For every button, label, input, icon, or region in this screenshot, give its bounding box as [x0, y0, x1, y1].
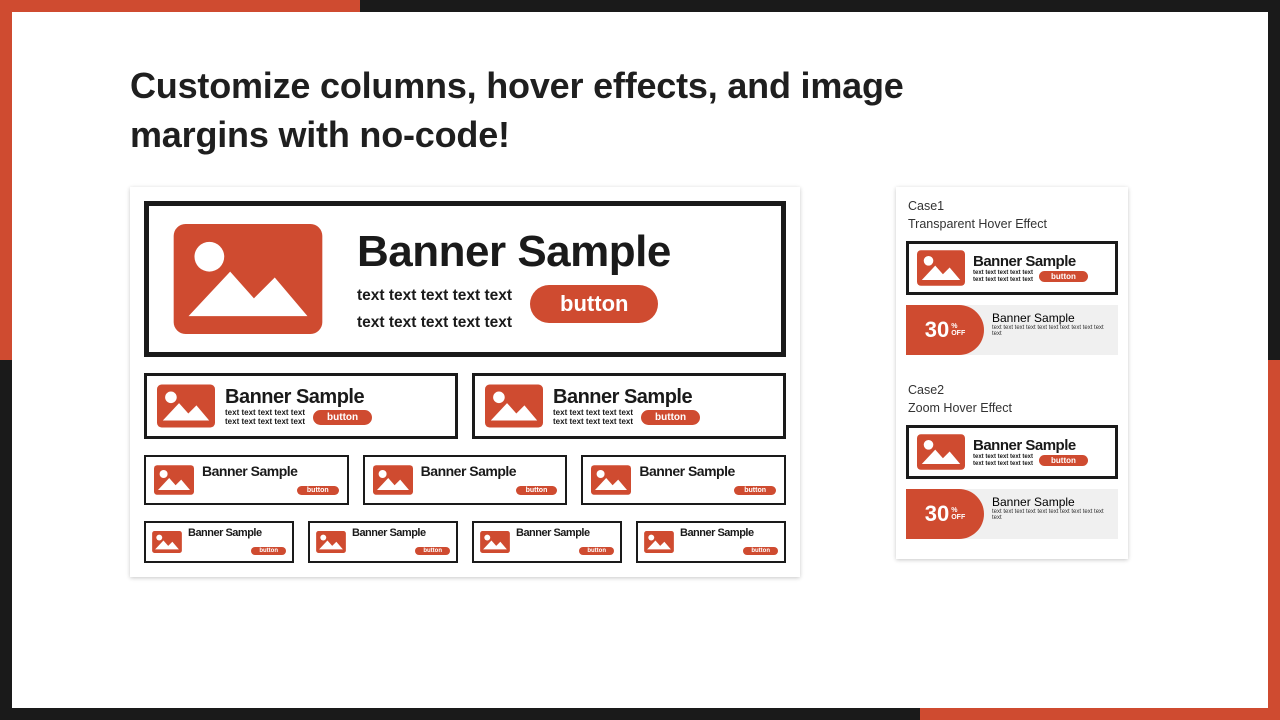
case-description: Transparent Hover Effect: [908, 217, 1118, 231]
banner-tile[interactable]: Banner Sample text text text text text t…: [144, 373, 458, 439]
banner-title: Banner Sample: [639, 463, 776, 479]
picture-icon: [917, 434, 965, 470]
discount-value: 30: [925, 503, 949, 525]
frame-accent: [920, 708, 1280, 720]
frame-accent: [360, 0, 1280, 12]
case-label: Case1: [908, 199, 1118, 213]
banner-tile[interactable]: Banner Sample button: [144, 455, 349, 505]
hover-effects-panel: Case1 Transparent Hover Effect Banner Sa…: [896, 187, 1128, 559]
banner-tile[interactable]: Banner Sample button: [144, 521, 294, 563]
banner-title: Banner Sample: [352, 527, 450, 539]
banner-tile-case1[interactable]: Banner Sample text text text text text t…: [906, 241, 1118, 295]
banner-title: Banner Sample: [973, 437, 1107, 454]
promo-banner-case1[interactable]: 30 %OFF Banner Sample text text text tex…: [906, 305, 1118, 355]
banner-tile-case2[interactable]: Banner Sample text text text text text t…: [906, 425, 1118, 479]
discount-value: 30: [925, 319, 949, 341]
banner-row-4col: Banner Samplebutton Banner Samplebutton …: [144, 521, 786, 563]
app-frame: Customize columns, hover effects, and im…: [0, 0, 1280, 720]
case-label: Case2: [908, 383, 1118, 397]
picture-icon: [157, 384, 215, 428]
banner-tile[interactable]: Banner Sample button: [472, 521, 622, 563]
banner-tile[interactable]: Banner Sample button: [581, 455, 786, 505]
frame-accent: [0, 0, 12, 360]
banner-cta-button[interactable]: button: [1039, 455, 1088, 466]
banner-tile[interactable]: Banner Sample button: [636, 521, 786, 563]
banner-title: Banner Sample: [357, 227, 757, 277]
banner-subtext: text text text text text: [357, 314, 512, 331]
banner-row-3col: Banner Samplebutton Banner Samplebutton …: [144, 455, 786, 505]
picture-icon: [373, 465, 413, 495]
banner-cta-button[interactable]: button: [313, 410, 372, 425]
banner-title: Banner Sample: [553, 386, 773, 409]
banner-cta-button[interactable]: button: [641, 410, 700, 425]
banner-title: Banner Sample: [188, 527, 286, 539]
banner-cta-button[interactable]: button: [734, 486, 776, 495]
promo-subtext: text text text text text text text text …: [992, 325, 1110, 337]
banner-cta-button[interactable]: button: [251, 547, 286, 555]
promo-subtext: text text text text text text text text …: [992, 509, 1110, 521]
banner-cta-button[interactable]: button: [415, 547, 450, 555]
banner-title: Banner Sample: [680, 527, 778, 539]
frame-accent: [0, 360, 12, 720]
banner-cta-button[interactable]: button: [579, 547, 614, 555]
banner-title: Banner Sample: [516, 527, 614, 539]
banner-subtext: text text text text text: [973, 270, 1033, 277]
frame-accent: [1268, 360, 1280, 720]
banner-cta-button[interactable]: button: [743, 547, 778, 555]
picture-icon: [591, 465, 631, 495]
banner-row-2col: Banner Sample text text text text text t…: [144, 373, 786, 439]
banner-cta-button[interactable]: button: [530, 285, 658, 323]
frame-accent: [0, 708, 920, 720]
banner-subtext: text text text text text: [357, 287, 512, 304]
panels-row: Banner Sample text text text text text t…: [130, 187, 1158, 577]
discount-badge: 30 %OFF: [906, 305, 984, 355]
banner-tile[interactable]: Banner Sample button: [308, 521, 458, 563]
picture-icon: [644, 531, 674, 553]
banner-title: Banner Sample: [225, 386, 445, 409]
picture-icon: [480, 531, 510, 553]
frame-accent: [1268, 0, 1280, 360]
promo-banner-case2[interactable]: 30 %OFF Banner Sample text text text tex…: [906, 489, 1118, 539]
banner-tile-1col[interactable]: Banner Sample text text text text text t…: [144, 201, 786, 357]
picture-icon: [485, 384, 543, 428]
banner-subtext: text text text text text: [973, 277, 1033, 284]
banner-cta-button[interactable]: button: [297, 486, 339, 495]
banner-cta-button[interactable]: button: [1039, 271, 1088, 282]
banner-subtext: text text text text text: [973, 461, 1033, 468]
page-title: Customize columns, hover effects, and im…: [130, 62, 1030, 159]
content-area: Customize columns, hover effects, and im…: [12, 12, 1268, 708]
banner-title: Banner Sample: [421, 463, 558, 479]
columns-demo-panel: Banner Sample text text text text text t…: [130, 187, 800, 577]
banner-subtext: text text text text text: [973, 454, 1033, 461]
discount-badge: 30 %OFF: [906, 489, 984, 539]
picture-icon: [154, 465, 194, 495]
picture-icon: [316, 531, 346, 553]
picture-icon: [152, 531, 182, 553]
banner-cta-button[interactable]: button: [516, 486, 558, 495]
picture-icon: [173, 224, 323, 334]
banner-tile[interactable]: Banner Sample text text text text text t…: [472, 373, 786, 439]
banner-title: Banner Sample: [973, 253, 1107, 270]
banner-subtext: text text text text text: [553, 418, 633, 427]
banner-subtext: text text text text text: [225, 418, 305, 427]
frame-accent: [0, 0, 360, 12]
banner-title: Banner Sample: [202, 463, 339, 479]
promo-title: Banner Sample: [992, 495, 1110, 509]
banner-tile[interactable]: Banner Sample button: [363, 455, 568, 505]
promo-title: Banner Sample: [992, 311, 1110, 325]
picture-icon: [917, 250, 965, 286]
case-description: Zoom Hover Effect: [908, 401, 1118, 415]
